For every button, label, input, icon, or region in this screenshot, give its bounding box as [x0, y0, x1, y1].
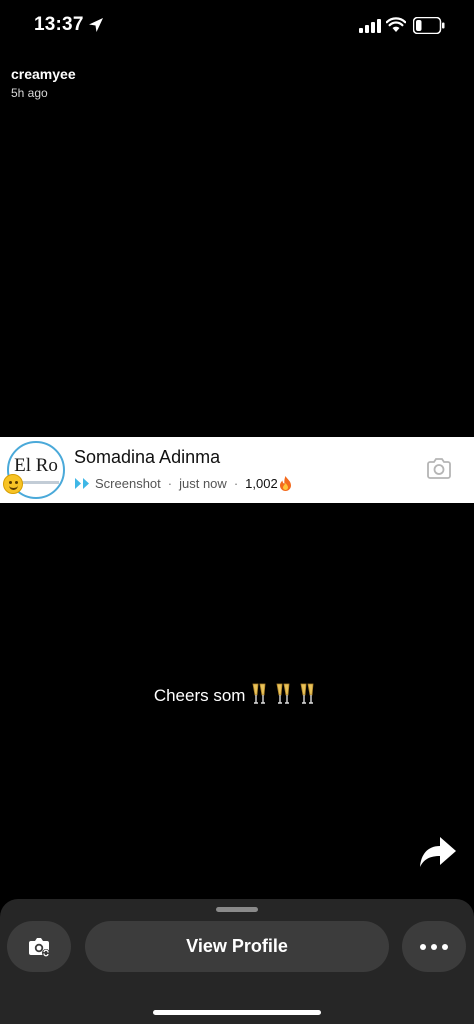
- meta-separator: ·: [167, 476, 173, 491]
- camera-icon[interactable]: [427, 457, 451, 479]
- wifi-icon: [386, 17, 406, 32]
- notification-meta: Screenshot · just now · 1,002: [74, 476, 292, 492]
- sender-name: Somadina Adinma: [74, 447, 221, 467]
- notification-type: Screenshot: [95, 476, 161, 491]
- home-indicator[interactable]: [153, 1010, 321, 1015]
- sheet-grabber[interactable]: [216, 907, 258, 912]
- camera-remix-icon: [29, 938, 50, 957]
- more-options-button[interactable]: [402, 921, 466, 972]
- status-time: 13:37: [34, 14, 84, 35]
- battery-icon: [413, 17, 445, 34]
- story-timestamp: 5h ago: [11, 86, 48, 100]
- more-dot: [431, 944, 437, 950]
- screenshot-arrows-icon: [75, 478, 89, 489]
- smiley-emoji-icon: [3, 474, 23, 494]
- avatar-logo-text: El Ro: [14, 455, 58, 476]
- fire-icon: [279, 476, 291, 491]
- caption-text: Cheers som: [153, 686, 246, 705]
- streak-count: 1,002: [245, 476, 278, 491]
- more-dot: [420, 944, 426, 950]
- remix-camera-button[interactable]: [7, 921, 71, 972]
- status-bar: 13:37: [0, 0, 474, 52]
- notification-time: just now: [179, 476, 227, 491]
- meta-separator: ·: [233, 476, 239, 491]
- champagne-glasses-icon: [252, 683, 314, 704]
- more-dot: [442, 944, 448, 950]
- location-arrow-icon: [89, 18, 103, 32]
- view-profile-button[interactable]: View Profile: [85, 921, 389, 972]
- share-arrow-icon[interactable]: [418, 835, 458, 869]
- screenshot-notification-banner[interactable]: El Ro Somadina Adinma Screenshot · just no…: [0, 437, 474, 503]
- bottom-action-sheet: View Profile: [0, 899, 474, 1024]
- story-caption: Cheers som: [0, 683, 474, 706]
- cellular-signal-icon: [359, 19, 381, 33]
- story-username[interactable]: creamyee: [11, 66, 76, 82]
